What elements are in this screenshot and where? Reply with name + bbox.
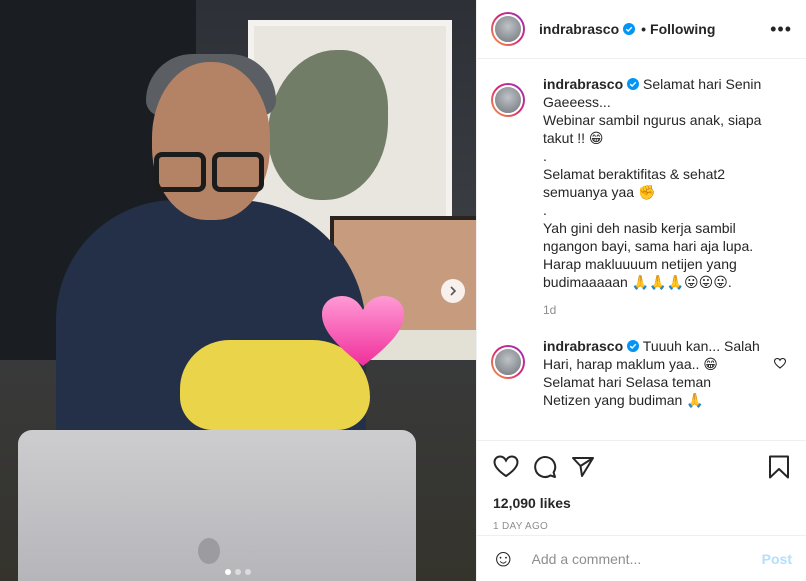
comment-line: Netizen yang budiman 🙏	[543, 392, 704, 408]
caption-line: takut !! 😁	[543, 130, 604, 146]
carousel-dot	[245, 569, 251, 575]
action-icons	[493, 453, 790, 481]
caption-line: indrabrasco Selamat hari Senin	[543, 75, 773, 93]
caption-line: Gaeeess...	[543, 94, 611, 110]
carousel-dot	[225, 569, 231, 575]
more-options-icon[interactable]: •••	[770, 19, 792, 40]
add-comment-bar: ☺ Post	[477, 535, 806, 581]
poster-leaf	[268, 50, 388, 200]
likes-count[interactable]: 12,090 likes	[493, 495, 790, 511]
comment-body: indrabrasco Tuuuh kan... Salah Hari, har…	[543, 337, 773, 409]
emoji-icon[interactable]: ☺	[491, 545, 516, 573]
caption-line: Harap makluuuum netijen yang	[543, 256, 737, 272]
caption-text: Selamat hari Senin	[643, 76, 762, 92]
verified-badge-icon	[627, 78, 640, 90]
person-head	[152, 62, 270, 220]
glasses	[150, 152, 268, 196]
comment-input[interactable]	[529, 549, 762, 568]
like-heart-icon[interactable]	[493, 455, 519, 479]
comment-avatar[interactable]	[491, 345, 525, 379]
instagram-post-view: indrabrasco • Following ••• indrabrasco …	[0, 0, 806, 581]
caption: indrabrasco Selamat hari Senin Gaeeess..…	[491, 75, 792, 319]
apple-logo-icon	[198, 538, 220, 564]
caption-line: Selamat beraktifitas & sehat2	[543, 166, 726, 182]
share-send-icon[interactable]	[571, 455, 595, 479]
caption-line: semuanya yaa ✊	[543, 184, 656, 200]
post-header: indrabrasco • Following •••	[477, 0, 806, 59]
comment: indrabrasco Tuuuh kan... Salah Hari, har…	[491, 337, 792, 409]
caption-line: Webinar sambil ngurus anak, siapa	[543, 112, 762, 128]
glasses-right-lens	[212, 152, 264, 192]
caption-line: budimaaaaan 🙏🙏🙏😛😛😛.	[543, 274, 732, 290]
chevron-right-icon	[450, 286, 457, 296]
comment-line: Hari, harap maklum yaa.. 😁	[543, 356, 718, 372]
post-side-panel: indrabrasco • Following ••• indrabrasco …	[476, 0, 806, 581]
caption-time[interactable]: 1d	[543, 301, 773, 319]
comments-area: indrabrasco Selamat hari Senin Gaeeess..…	[477, 59, 806, 439]
caption-line: ngangon bayi, sama hari aja lupa.	[543, 238, 754, 254]
post-comment-button[interactable]: Post	[762, 551, 792, 567]
glasses-left-lens	[154, 152, 206, 192]
follow-separator: •	[641, 21, 647, 37]
comment-line: Selamat hari Selasa teman	[543, 374, 712, 390]
avatar[interactable]	[491, 12, 525, 46]
following-button[interactable]: Following	[650, 21, 715, 37]
carousel-dot	[235, 569, 241, 575]
comment-username[interactable]: indrabrasco	[543, 338, 623, 354]
post-date[interactable]: 1 DAY AGO	[493, 521, 790, 532]
caption-line: .	[543, 148, 547, 164]
heart-emoji-icon	[322, 296, 404, 366]
verified-badge-icon	[623, 23, 636, 35]
like-comment-icon[interactable]	[774, 358, 786, 369]
comment-line: indrabrasco Tuuuh kan... Salah	[543, 337, 773, 355]
caption-avatar[interactable]	[491, 83, 525, 117]
action-bar: 12,090 likes 1 DAY AGO	[477, 440, 806, 532]
caption-line: .	[543, 202, 547, 218]
comment-text: Tuuuh kan... Salah	[642, 338, 760, 354]
post-photo[interactable]	[0, 0, 476, 581]
carousel-dots	[0, 569, 476, 575]
next-slide-button[interactable]	[441, 279, 465, 303]
comment-bubble-icon[interactable]	[533, 455, 557, 479]
bookmark-icon[interactable]	[768, 455, 790, 479]
caption-username[interactable]: indrabrasco	[543, 76, 623, 92]
verified-badge-icon	[627, 340, 640, 352]
caption-line: Yah gini deh nasib kerja sambil	[543, 220, 736, 236]
caption-body: indrabrasco Selamat hari Senin Gaeeess..…	[543, 75, 773, 319]
header-username[interactable]: indrabrasco	[539, 21, 619, 37]
